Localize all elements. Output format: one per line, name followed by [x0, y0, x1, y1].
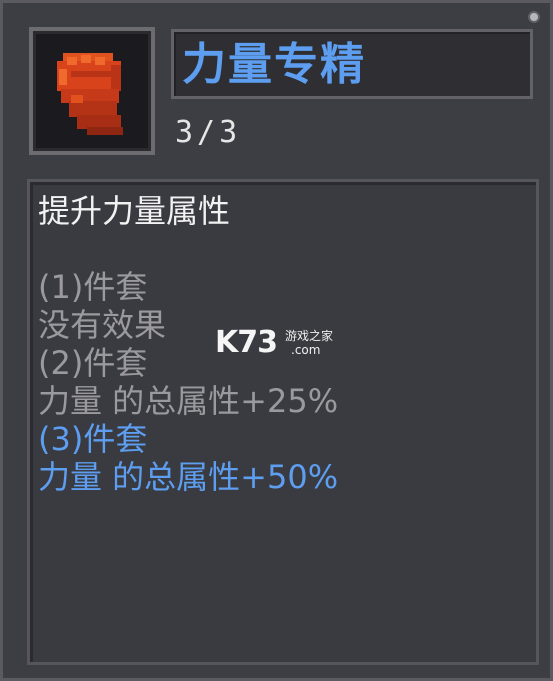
fist-icon [57, 53, 123, 135]
watermark-domain: .com [291, 343, 321, 357]
skill-tooltip-panel: 力量专精 3/3 提升力量属性 (1)件套 没有效果 (2)件套 力量 的总属性… [0, 0, 553, 681]
skill-title-box: 力量专精 [171, 29, 533, 99]
set-bonus-3-label: (3)件套 [38, 420, 148, 458]
set-bonus-3-effect: 力量 的总属性+50% [38, 458, 339, 496]
set-bonus-2-label: (2)件套 [38, 344, 148, 382]
skill-level: 3/3 [175, 115, 242, 150]
close-dot-icon[interactable] [528, 11, 540, 23]
set-bonus-1-label: (1)件套 [38, 268, 148, 306]
watermark-site-name: 游戏之家 [285, 329, 334, 343]
description-box: 提升力量属性 (1)件套 没有效果 (2)件套 力量 的总属性+25% (3)件… [27, 179, 539, 665]
site-watermark: K73 游戏之家 .com [215, 325, 355, 365]
set-bonus-2-effect: 力量 的总属性+25% [38, 382, 339, 420]
watermark-logo: K73 [215, 325, 278, 360]
skill-name: 力量专精 [182, 39, 366, 90]
skill-description: 提升力量属性 [38, 192, 231, 230]
skill-icon-frame [29, 27, 155, 155]
set-bonus-1-effect: 没有效果 [38, 306, 167, 344]
